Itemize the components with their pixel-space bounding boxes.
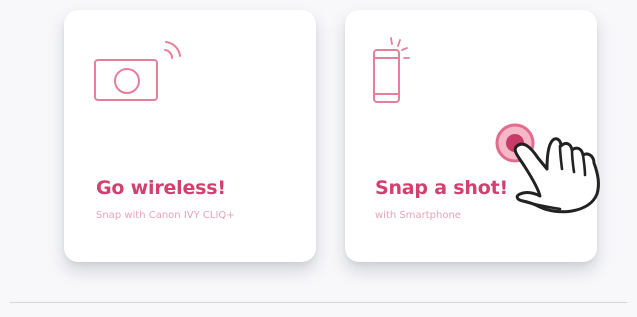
card-title: Go wireless! [96, 177, 226, 199]
app-screen: Go wireless! Snap with Canon IVY CLIQ+ S… [0, 0, 637, 317]
go-wireless-card[interactable]: Go wireless! Snap with Canon IVY CLIQ+ [64, 10, 316, 262]
card-title: Snap a shot! [375, 177, 508, 199]
bottom-divider [10, 302, 627, 303]
wireless-camera-icon [94, 41, 181, 101]
smartphone-icon [373, 37, 410, 103]
card-subtitle: with Smartphone [375, 210, 461, 221]
card-subtitle: Snap with Canon IVY CLIQ+ [96, 210, 235, 221]
tapping-hand-icon [495, 123, 600, 214]
